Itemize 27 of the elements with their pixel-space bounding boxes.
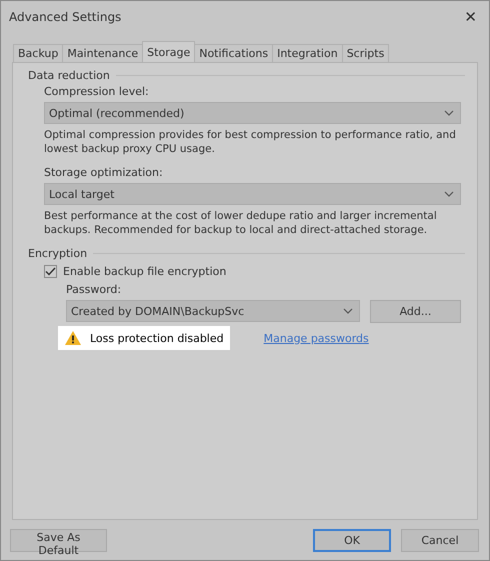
field-label: Storage optimization: (44, 166, 164, 179)
password-dropdown[interactable]: Created by DOMAIN\BackupSvc (66, 300, 360, 322)
tab[interactable]: Storage (142, 41, 196, 62)
warning-text: Loss protection disabled (90, 332, 224, 344)
field-label: Compression level: (44, 85, 150, 98)
dropdown[interactable]: Optimal (recommended) (44, 102, 461, 124)
checkbox-label: Enable backup file encryption (63, 265, 226, 278)
group-heading: Data reduction (28, 69, 110, 82)
description-text: Optimal compression provides for best compression to performance ratio, and lowest backup proxy CPU usage. (44, 128, 457, 156)
description-text: Best performance at the cost of lower dedupe ratio and larger incremental backups. Recommended for backup to local and direct-attached storage. (44, 209, 438, 237)
field-label: Password: (66, 283, 122, 296)
ok-button[interactable]: OK (313, 529, 391, 552)
checkbox[interactable] (44, 265, 57, 278)
group-heading: Encryption (28, 247, 88, 260)
cancel-button[interactable]: Cancel (401, 529, 479, 552)
tab[interactable]: Scripts (342, 44, 390, 62)
chevron-down-icon (444, 191, 454, 197)
warning-icon (64, 330, 82, 346)
save-as-default-button[interactable]: Save As Default (10, 529, 107, 552)
dropdown[interactable]: Local target (44, 183, 461, 205)
close-button[interactable]: ✕ (460, 8, 481, 26)
tab[interactable]: Backup (13, 44, 64, 62)
add-button[interactable]: Add... (370, 300, 461, 323)
chevron-down-icon (444, 110, 454, 116)
window-title: Advanced Settings (9, 10, 122, 24)
chevron-down-icon (343, 308, 353, 314)
tab[interactable]: Integration (272, 44, 343, 62)
